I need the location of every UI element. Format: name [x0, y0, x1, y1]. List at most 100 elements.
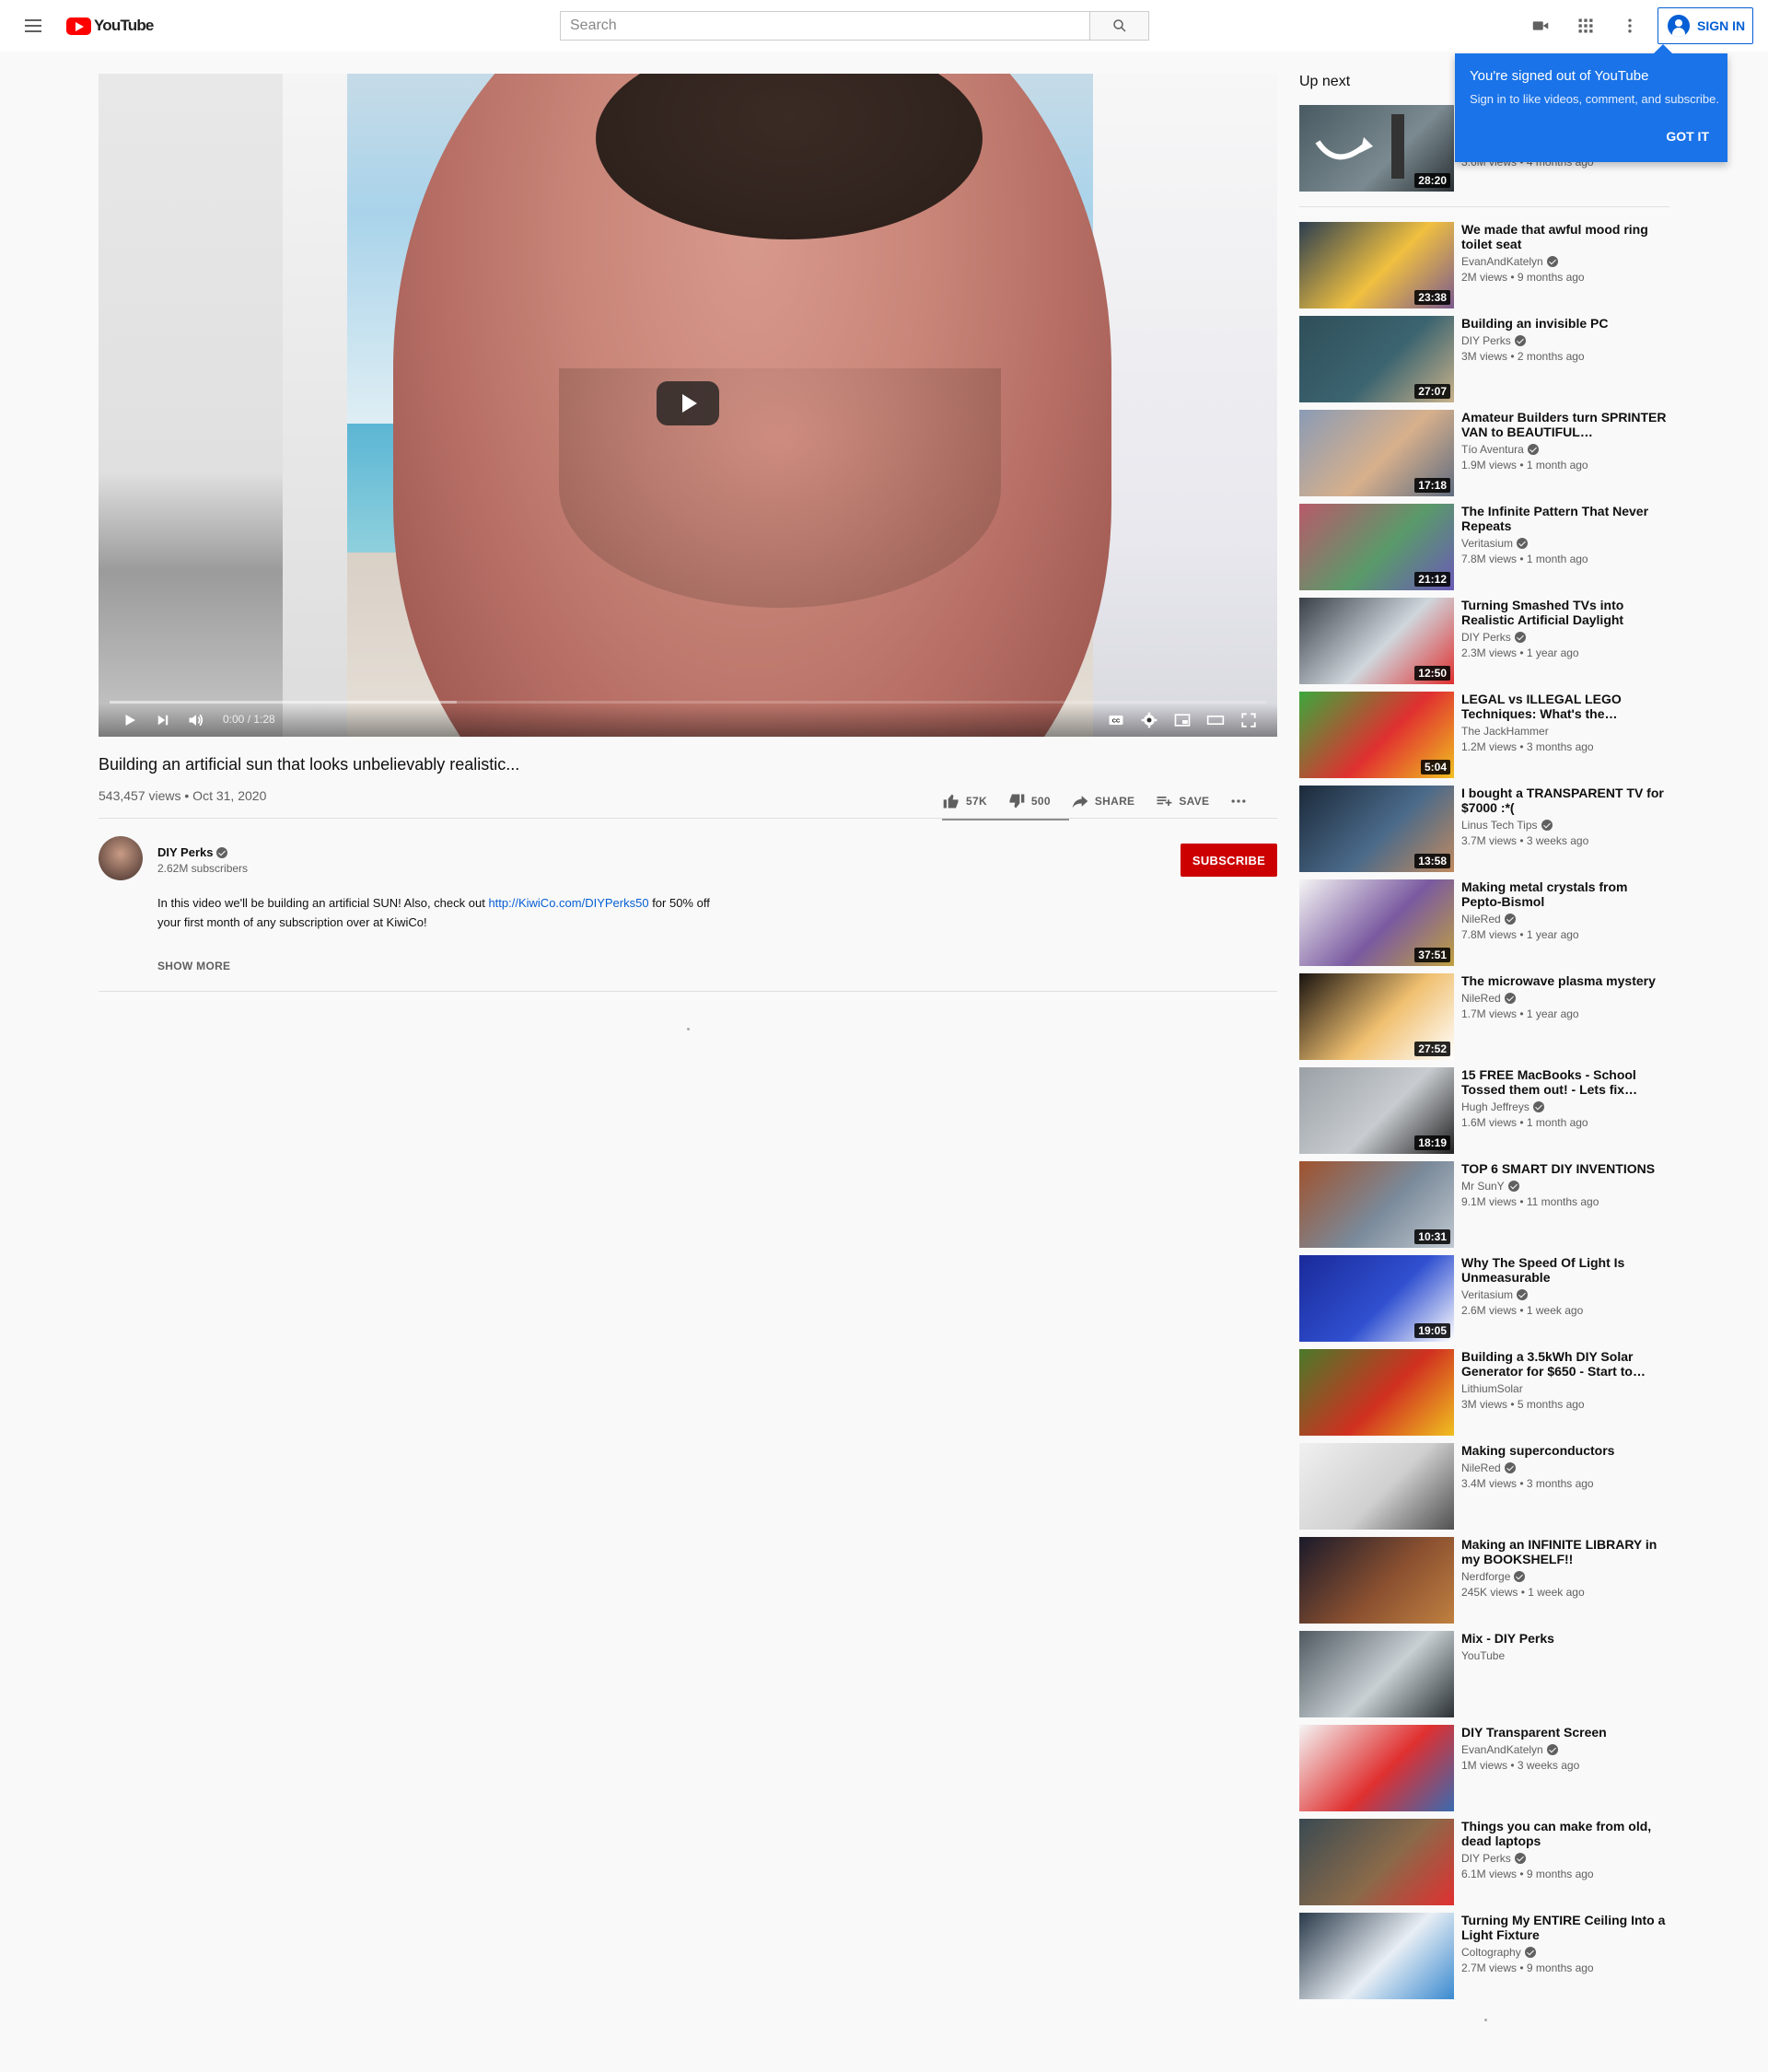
- search-box[interactable]: [560, 11, 1090, 41]
- related-video-item[interactable]: 21:12 The Infinite Pattern That Never Rep…: [1299, 504, 1669, 590]
- description-link[interactable]: http://KiwiCo.com/DIYPerks50: [488, 896, 648, 910]
- verified-icon: [1546, 256, 1558, 267]
- share-label: SHARE: [1094, 795, 1135, 808]
- related-video-item[interactable]: Mix - DIY Perks YouTube: [1299, 1631, 1669, 1717]
- related-video-item[interactable]: 18:19 15 FREE MacBooks - School Tossed th…: [1299, 1067, 1669, 1154]
- related-video-item[interactable]: Building a 3.5kWh DIY Solar Generator fo…: [1299, 1349, 1669, 1436]
- got-it-button[interactable]: GOT IT: [1666, 129, 1709, 144]
- related-video-item[interactable]: 5:04 LEGAL vs ILLEGAL LEGO Techniques: Wh…: [1299, 692, 1669, 778]
- video-stats: 3.4M views • 3 months ago: [1461, 1477, 1594, 1490]
- related-video-item[interactable]: 13:58 I bought a TRANSPARENT TV for $7000…: [1299, 786, 1669, 872]
- channel-avatar[interactable]: [99, 836, 143, 880]
- next-icon[interactable]: [152, 709, 174, 731]
- more-actions-button[interactable]: [1229, 792, 1248, 810]
- theater-mode-icon[interactable]: [1204, 709, 1227, 731]
- player-controls: 0:00 / 1:28 CC: [99, 704, 1277, 737]
- video-meta: 543,457 views • Oct 31, 2020: [99, 788, 267, 803]
- related-video-item[interactable]: DIY Transparent Screen EvanAndKatelyn 1M v…: [1299, 1725, 1669, 1811]
- video-thumbnail: 12:50: [1299, 598, 1454, 684]
- video-title: DIY Transparent Screen: [1461, 1725, 1607, 1740]
- related-video-item[interactable]: 37:51 Making metal crystals from Pepto-Bi…: [1299, 879, 1669, 966]
- settings-gear-icon[interactable]: [1138, 709, 1160, 731]
- related-video-item[interactable]: Making superconductors NileRed 3.4M views …: [1299, 1443, 1669, 1530]
- related-video-item[interactable]: Making an INFINITE LIBRARY in my BOOKSHE…: [1299, 1537, 1669, 1624]
- verified-icon: [1514, 1853, 1526, 1864]
- channel-name-text: Mr SunY: [1461, 1180, 1505, 1193]
- share-button[interactable]: SHARE: [1071, 792, 1135, 810]
- show-more-button[interactable]: SHOW MORE: [157, 960, 230, 972]
- dislike-button[interactable]: 500: [1007, 792, 1051, 810]
- video-thumbnail: 28:20: [1299, 105, 1454, 192]
- miniplayer-icon[interactable]: [1171, 709, 1193, 731]
- more-vert-icon[interactable]: [1619, 15, 1641, 37]
- channel-name: EvanAndKatelyn: [1461, 1743, 1669, 1756]
- search-input[interactable]: [570, 17, 1080, 34]
- sentiment-bar: [942, 819, 1069, 821]
- share-icon: [1072, 796, 1088, 809]
- menu-icon[interactable]: [22, 15, 44, 37]
- video-thumbnail: [1299, 1349, 1454, 1436]
- masthead: YouTube SIGN IN: [0, 0, 1768, 52]
- create-video-icon[interactable]: [1530, 15, 1552, 37]
- tooltip-body: Sign in to like videos, comment, and sub…: [1470, 92, 1719, 106]
- related-video-item[interactable]: Things you can make from old, dead lapto…: [1299, 1819, 1669, 1905]
- related-video-item[interactable]: Turning My ENTIRE Ceiling Into a Light F…: [1299, 1913, 1669, 1999]
- video-thumbnail: 17:18: [1299, 410, 1454, 496]
- channel-name: Veritasium: [1461, 537, 1669, 550]
- large-play-button[interactable]: [657, 381, 719, 425]
- video-duration: 23:38: [1414, 290, 1450, 305]
- channel-name: Mr SunY: [1461, 1180, 1669, 1193]
- volume-icon[interactable]: [185, 709, 207, 731]
- video-thumbnail: 10:31: [1299, 1161, 1454, 1248]
- related-video-item[interactable]: 27:52 The microwave plasma mystery NileRed…: [1299, 973, 1669, 1060]
- divider: [99, 818, 1277, 819]
- time-display: 0:00 / 1:28: [223, 713, 275, 726]
- video-stats: 3.7M views • 3 weeks ago: [1461, 834, 1589, 847]
- channel-name[interactable]: DIY Perks: [157, 845, 228, 859]
- video-title: Why The Speed Of Light Is Unmeasurable: [1461, 1255, 1625, 1285]
- video-title: Amateur Builders turn SPRINTER VAN to BE…: [1461, 410, 1667, 439]
- channel-name-text: Tío Aventura: [1461, 443, 1524, 456]
- channel-name-text: DIY Perks: [1461, 334, 1511, 347]
- youtube-logo[interactable]: YouTube: [66, 17, 154, 35]
- video-thumbnail: 27:52: [1299, 973, 1454, 1060]
- search-button[interactable]: [1090, 11, 1149, 41]
- fullscreen-icon[interactable]: [1238, 709, 1260, 731]
- like-button[interactable]: 57K: [942, 792, 987, 810]
- video-thumbnail: 23:38: [1299, 222, 1454, 308]
- account-icon: [1668, 15, 1690, 37]
- video-thumbnail: 37:51: [1299, 879, 1454, 966]
- related-video-item[interactable]: 12:50 Turning Smashed TVs into Realistic …: [1299, 598, 1669, 684]
- thumb-down-icon: [1009, 794, 1025, 809]
- related-video-item[interactable]: 17:18 Amateur Builders turn SPRINTER VAN …: [1299, 410, 1669, 496]
- sign-in-button[interactable]: SIGN IN: [1658, 7, 1753, 44]
- related-video-item[interactable]: 23:38 We made that awful mood ring toilet…: [1299, 222, 1669, 308]
- apps-grid-icon[interactable]: [1575, 15, 1597, 37]
- channel-name: DIY Perks: [1461, 631, 1669, 644]
- video-player[interactable]: 0:00 / 1:28 CC: [99, 74, 1277, 737]
- related-video-item[interactable]: 19:05 Why The Speed Of Light Is Unmeasura…: [1299, 1255, 1669, 1342]
- video-stats: 1.7M views • 1 year ago: [1461, 1007, 1579, 1020]
- verified-icon: [216, 846, 228, 858]
- dislike-count: 500: [1030, 795, 1051, 808]
- svg-text:CC: CC: [1112, 719, 1121, 725]
- verified-icon: [1517, 538, 1529, 549]
- play-icon[interactable]: [119, 709, 141, 731]
- video-title: Mix - DIY Perks: [1461, 1631, 1554, 1646]
- divider: [1299, 206, 1669, 207]
- channel-name: NileRed: [1461, 913, 1669, 925]
- channel-name-text: EvanAndKatelyn: [1461, 255, 1543, 268]
- channel-name-text: LithiumSolar: [1461, 1382, 1523, 1395]
- channel-name-text: The JackHammer: [1461, 725, 1549, 738]
- up-next-label: Up next: [1299, 74, 1351, 89]
- video-duration: 37:51: [1414, 948, 1450, 962]
- video-stats: 9.1M views • 11 months ago: [1461, 1195, 1599, 1208]
- subscribe-button[interactable]: SUBSCRIBE: [1181, 844, 1277, 877]
- related-video-item[interactable]: 10:31 TOP 6 SMART DIY INVENTIONS Mr SunY 9.…: [1299, 1161, 1669, 1248]
- captions-icon[interactable]: CC: [1105, 709, 1127, 731]
- video-stats: 1M views • 3 weeks ago: [1461, 1759, 1580, 1772]
- video-duration: 12:50: [1414, 666, 1450, 681]
- video-duration: 27:52: [1414, 1042, 1450, 1056]
- related-video-item[interactable]: 27:07 Building an invisible PC DIY Perks 3M…: [1299, 316, 1669, 402]
- save-button[interactable]: SAVE: [1155, 792, 1209, 810]
